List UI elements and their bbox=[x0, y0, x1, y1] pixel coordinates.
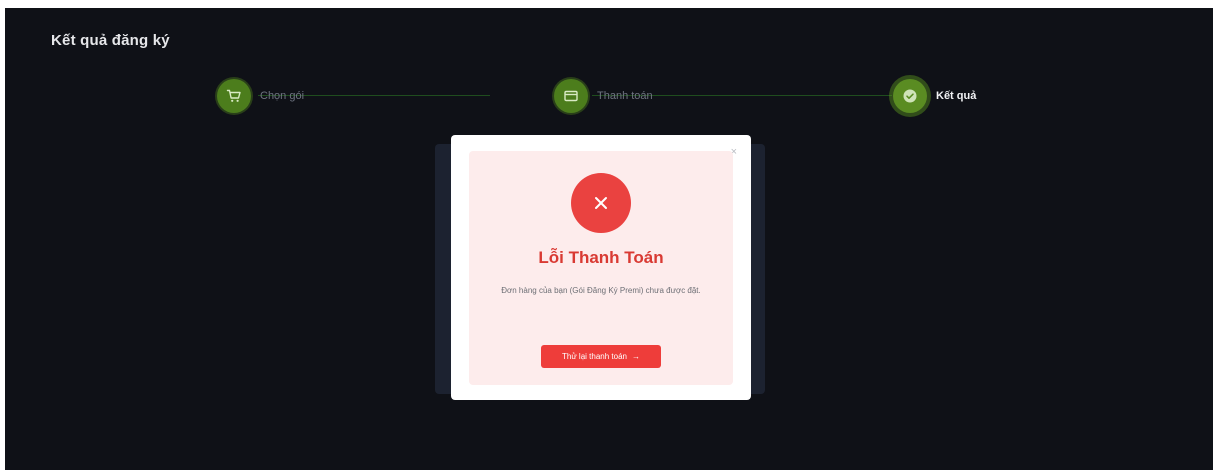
step-circle-current bbox=[893, 79, 927, 113]
close-x-icon bbox=[595, 197, 607, 209]
payment-card-icon bbox=[564, 90, 578, 102]
step-label: Chọn gói bbox=[260, 90, 305, 102]
step-choose-plan[interactable]: Chọn gói bbox=[217, 78, 304, 114]
retry-payment-button[interactable]: Thử lại thanh toán → bbox=[541, 345, 661, 368]
step-circle bbox=[217, 79, 251, 113]
step-payment[interactable]: Thanh toán bbox=[554, 78, 653, 114]
error-panel: Lỗi Thanh Toán Đơn hàng của bạn (Gói Đăn… bbox=[469, 151, 733, 385]
retry-button-label: Thử lại thanh toán bbox=[562, 352, 627, 361]
cart-icon bbox=[226, 89, 241, 102]
app-background: Kết quả đăng ký Chọn gói Thanh toán Kết … bbox=[5, 8, 1213, 470]
check-circle-icon bbox=[903, 89, 917, 103]
payment-error-modal: × Lỗi Thanh Toán Đơn hàng của bạn (Gói Đ… bbox=[451, 135, 751, 400]
error-message: Đơn hàng của bạn (Gói Đăng Ký Premi) chư… bbox=[501, 286, 701, 295]
error-badge bbox=[571, 173, 631, 233]
step-label: Thanh toán bbox=[597, 90, 653, 102]
step-label: Kết quả bbox=[936, 90, 977, 102]
step-circle bbox=[554, 79, 588, 113]
arrow-right-icon: → bbox=[631, 352, 640, 361]
page-title: Kết quả đăng ký bbox=[51, 32, 170, 49]
step-result[interactable]: Kết quả bbox=[893, 78, 976, 114]
error-title: Lỗi Thanh Toán bbox=[538, 248, 664, 267]
